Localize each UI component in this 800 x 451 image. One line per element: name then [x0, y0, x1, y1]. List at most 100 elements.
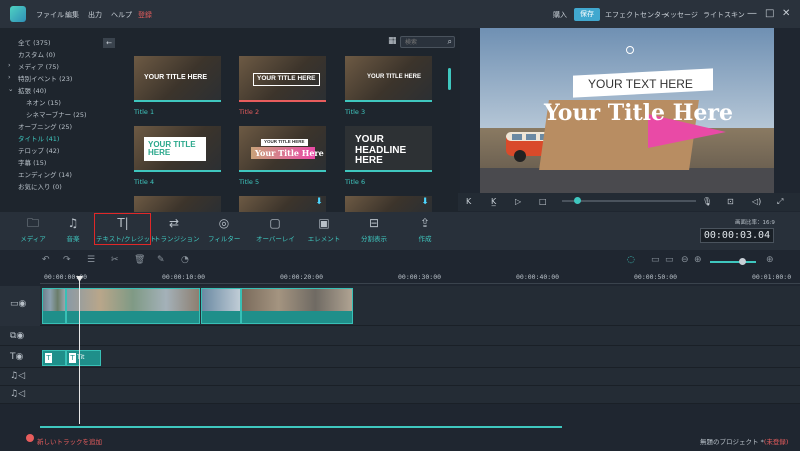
snapshot-icon[interactable]: ⊡	[727, 197, 734, 206]
audio-track-2[interactable]	[0, 386, 800, 404]
tool-music[interactable]: ♫ 音楽	[60, 216, 86, 246]
buy-button[interactable]: 購入	[553, 10, 567, 20]
preview-rotate-handle[interactable]	[626, 46, 634, 54]
text-track[interactable]	[0, 346, 800, 368]
adjust-icon[interactable]: ☰	[87, 255, 95, 265]
skip-back-icon[interactable]: K	[466, 197, 471, 206]
message-button[interactable]: メッセージ	[663, 10, 698, 20]
category-favorites[interactable]: お気に入り (0)	[18, 181, 62, 192]
category-title[interactable]: タイトル (41)	[18, 133, 59, 144]
video-clip[interactable]	[66, 288, 200, 324]
video-clip[interactable]	[241, 288, 353, 324]
audio-track-1[interactable]	[0, 368, 800, 386]
microphone-icon[interactable]: 🎙	[702, 197, 712, 206]
close-icon[interactable]: ✕	[782, 8, 790, 19]
chevron-right-icon[interactable]: ›	[8, 73, 11, 84]
title-thumbnail-1[interactable]: YOUR TITLE HERE	[134, 56, 221, 102]
menu-help[interactable]: ヘルプ	[111, 10, 132, 20]
duration-icon[interactable]: ◔	[181, 255, 189, 265]
menu-file[interactable]: ファイル	[36, 10, 64, 20]
thumb-title-small: YOUR TITLE HERE	[261, 139, 308, 146]
category-extended[interactable]: 拡張 (40)	[18, 85, 46, 96]
edit-icon[interactable]: ✎	[157, 255, 165, 265]
add-icon[interactable]	[26, 434, 34, 442]
collapse-panel-button[interactable]: ←	[103, 38, 115, 48]
minimize-icon[interactable]: —	[747, 8, 757, 19]
undo-icon[interactable]: ↶	[42, 255, 50, 265]
category-telop[interactable]: テロップ (42)	[18, 145, 59, 156]
category-cinema[interactable]: シネマーブナー (25)	[26, 109, 87, 120]
fullscreen-icon[interactable]: ⤢	[777, 197, 783, 207]
tool-media[interactable]: 🗀 メディア	[18, 216, 48, 246]
tool-split-screen[interactable]: ⊟ 分割表示	[357, 216, 391, 246]
menu-export[interactable]: 出力	[88, 10, 102, 20]
title-thumbnail-9[interactable]: ⬇	[345, 196, 432, 212]
zoom-slider-knob[interactable]	[739, 258, 746, 265]
category-neon[interactable]: ネオン (15)	[26, 97, 61, 108]
effect-center-button[interactable]: エフェクトセンター	[605, 10, 668, 20]
add-track-button[interactable]: 新しいトラックを追加	[37, 436, 102, 446]
search-box[interactable]: ⌕	[400, 36, 455, 48]
restore-icon[interactable]: □	[765, 8, 774, 19]
category-ending[interactable]: エンディング (14)	[18, 169, 72, 180]
category-special-events[interactable]: 特別イベント (23)	[18, 73, 72, 84]
tool-export[interactable]: ⇪ 作成	[413, 216, 437, 246]
transition-icon: ⇄	[168, 216, 180, 230]
title-thumbnail-2[interactable]: YOUR TITLE HERE	[239, 56, 326, 102]
grid-view-icon[interactable]: ▦	[388, 37, 397, 46]
play-icon[interactable]: ▷	[515, 197, 521, 206]
step-back-icon[interactable]: K̲	[491, 197, 496, 206]
search-icon[interactable]: ⌕	[448, 37, 452, 47]
preview-progress-bar[interactable]	[562, 200, 696, 202]
zoom-fit-icon[interactable]: ⊕	[766, 255, 774, 265]
save-button[interactable]: 保存	[574, 8, 600, 21]
playhead[interactable]	[79, 278, 80, 424]
light-skin-button[interactable]: ライトスキン	[703, 10, 745, 20]
tool-filter[interactable]: ◎ フィルター	[208, 216, 240, 246]
category-media[interactable]: メディア (75)	[18, 61, 59, 72]
title-thumbnail-6[interactable]: YOUR HEADLINE HERE	[345, 126, 432, 172]
snap-icon[interactable]: ◌	[627, 255, 635, 265]
preview-progress-knob[interactable]	[574, 197, 581, 204]
cut-icon[interactable]: ✂	[111, 255, 119, 265]
timeline-scrollbar[interactable]	[40, 426, 562, 428]
title-thumbnail-5[interactable]: YOUR TITLE HERE Your Title Here	[239, 126, 326, 172]
video-clip[interactable]	[201, 288, 241, 324]
download-icon[interactable]: ⬇	[420, 197, 430, 207]
zoom-in-icon[interactable]: ⊕	[694, 255, 702, 265]
text-clip[interactable]: T	[42, 350, 66, 366]
overlay-track[interactable]	[0, 326, 800, 346]
mark-icon[interactable]: ▭	[665, 255, 674, 265]
zoom-slider[interactable]	[710, 261, 756, 263]
redo-icon[interactable]: ↷	[63, 255, 71, 265]
title-thumbnail-7[interactable]	[134, 196, 221, 212]
title-thumbnail-8[interactable]: ⬇	[239, 196, 326, 212]
zoom-out-icon[interactable]: ⊖	[681, 255, 689, 265]
thumb-underline	[239, 170, 326, 172]
category-custom[interactable]: カスタム (0)	[18, 49, 55, 60]
tool-transition[interactable]: ⇄ トランジション	[154, 216, 200, 246]
tool-element[interactable]: ▣ エレメント	[307, 216, 341, 246]
volume-icon[interactable]: ◁)	[752, 197, 761, 206]
menu-register[interactable]: 登録	[138, 10, 152, 20]
preview-text-main[interactable]: Your Title Here	[544, 100, 733, 126]
category-opening[interactable]: オープニング (25)	[18, 121, 72, 132]
chevron-right-icon[interactable]: ›	[8, 61, 11, 72]
chevron-down-icon[interactable]: ⌄	[8, 85, 13, 96]
delete-icon[interactable]: 🗑	[134, 255, 145, 265]
preview-text-top[interactable]: YOUR TEXT HERE	[588, 77, 693, 91]
title-thumbnail-3[interactable]: YOUR TITLE HERE	[345, 56, 432, 102]
download-icon[interactable]: ⬇	[314, 197, 324, 207]
tool-overlay[interactable]: ▢ オーバーレイ	[256, 216, 295, 246]
preview-window[interactable]: YOUR TEXT HERE Your Title Here	[480, 28, 774, 193]
title-thumbnail-4[interactable]: YOUR TITLE HERE	[134, 126, 221, 172]
video-clip[interactable]	[42, 288, 66, 324]
render-icon[interactable]: ▭	[651, 255, 660, 265]
category-all[interactable]: 全て (375)	[18, 37, 51, 48]
search-input[interactable]	[403, 37, 443, 47]
stop-icon[interactable]: □	[539, 197, 547, 206]
text-clip[interactable]: T Tit	[66, 350, 101, 366]
menu-edit[interactable]: 編集	[65, 10, 79, 20]
category-subtitles[interactable]: 字幕 (15)	[18, 157, 46, 168]
library-scrollbar[interactable]	[448, 68, 451, 90]
